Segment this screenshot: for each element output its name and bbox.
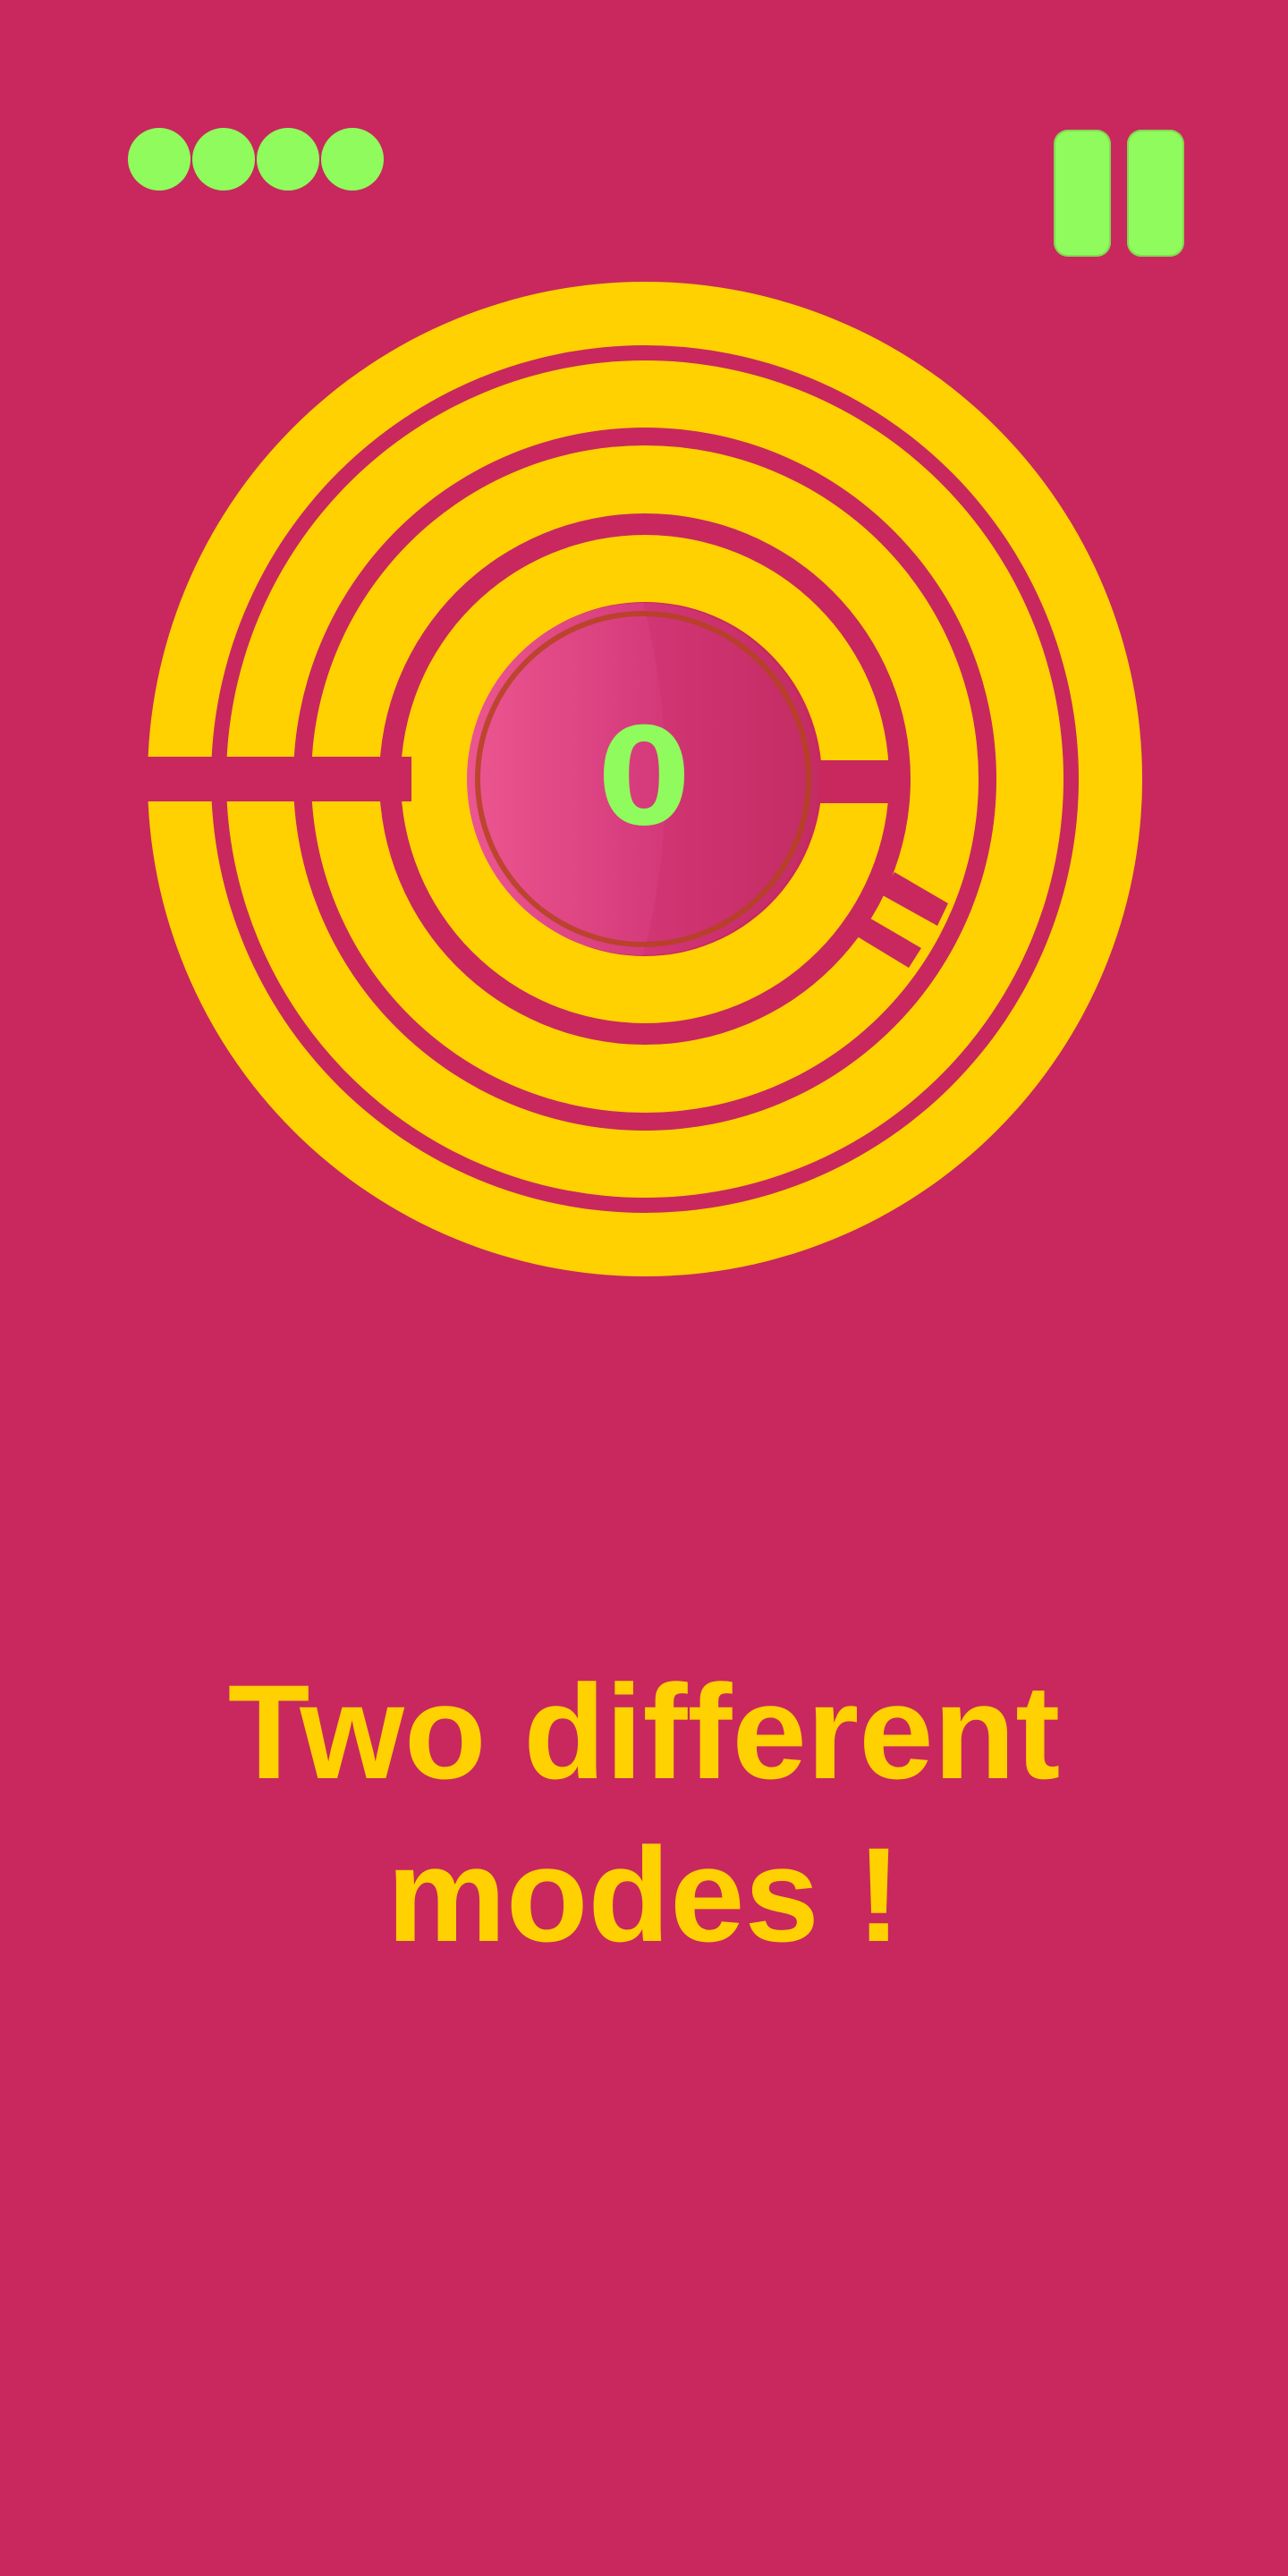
- maze-opening-left: [143, 757, 411, 801]
- promo-caption: Two different modes !: [107, 1650, 1181, 1976]
- score-display: 0: [597, 700, 691, 856]
- circular-maze[interactable]: [0, 0, 1288, 1342]
- caption-line-2: modes !: [386, 1819, 902, 1970]
- caption-line-1: Two different: [227, 1657, 1061, 1807]
